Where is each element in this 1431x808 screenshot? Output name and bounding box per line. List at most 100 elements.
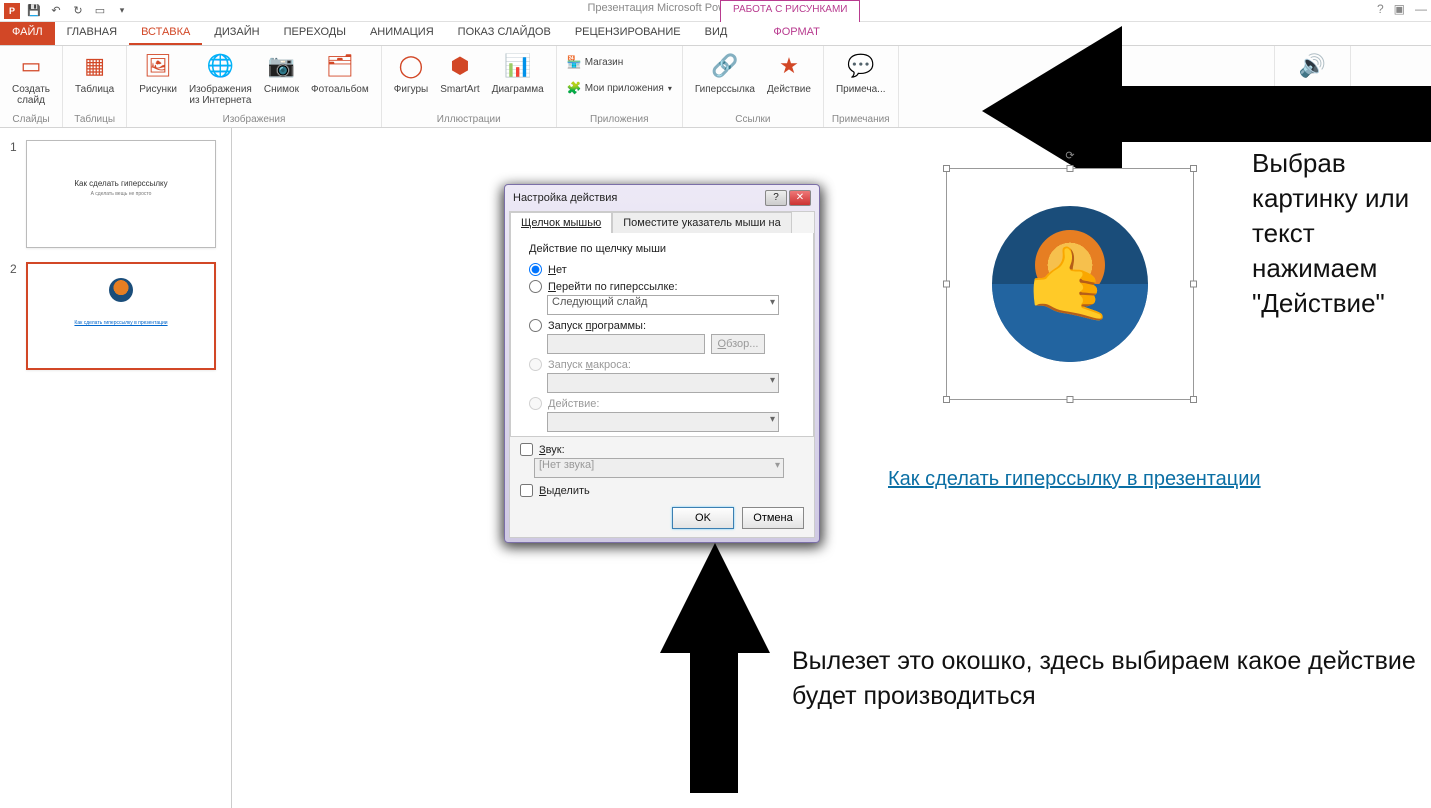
- program-path-input[interactable]: [547, 334, 705, 354]
- photo-album-button[interactable]: 🗂Фотоальбом: [305, 48, 375, 97]
- radio-run-program-label[interactable]: Запуск программы:: [548, 320, 646, 332]
- logo-image: 🤙: [992, 206, 1148, 362]
- dialog-tab-click[interactable]: Щелчок мышью: [510, 212, 612, 233]
- slide-thumbnail-1[interactable]: Как сделать гиперссылку А сделать вещь н…: [26, 140, 216, 248]
- action-settings-dialog: Настройка действия ? ✕ Щелчок мышью Поме…: [504, 184, 820, 543]
- my-apps-button[interactable]: 🧩Мои приложения▾: [563, 80, 676, 96]
- tab-review[interactable]: РЕЦЕНЗИРОВАНИЕ: [563, 22, 693, 45]
- checkbox-highlight[interactable]: [520, 484, 533, 497]
- group-slides: ▭Создать слайд Слайды: [0, 46, 63, 127]
- browse-button[interactable]: Обзор...: [711, 334, 765, 354]
- checkbox-highlight-label[interactable]: Выделить: [539, 485, 590, 497]
- radio-hyperlink-label[interactable]: Перейти по гиперссылке:: [548, 281, 678, 293]
- group-images: 🖼Рисунки 🌐Изображения из Интернета 📷Сним…: [127, 46, 382, 127]
- annotation-text-2: Вылезет это окошко, здесь выбираем какое…: [792, 644, 1431, 714]
- start-slideshow-icon[interactable]: ▭: [92, 3, 108, 19]
- tab-transitions[interactable]: ПЕРЕХОДЫ: [272, 22, 358, 45]
- macro-combo: [547, 373, 779, 393]
- thumb-number: 1: [10, 140, 20, 248]
- online-pictures-icon: 🌐: [204, 50, 236, 82]
- title-bar: P 💾 ↶ ↻ ▭ ▾ Презентация Microsoft PowerP…: [0, 0, 1431, 22]
- radio-none-label[interactable]: Нет: [548, 264, 567, 276]
- table-button[interactable]: ▦Таблица: [69, 48, 120, 97]
- selected-picture[interactable]: 🤙: [946, 168, 1194, 400]
- shaka-hand-icon: 🤙: [1025, 242, 1115, 327]
- ok-button[interactable]: OK: [672, 507, 734, 529]
- quick-access-toolbar: P 💾 ↶ ↻ ▭ ▾: [0, 3, 130, 19]
- sound-combo: [Нет звука]: [534, 458, 784, 478]
- comment-button[interactable]: 💬Примеча...: [830, 48, 892, 97]
- action-combo: [547, 412, 779, 432]
- pictures-icon: 🖼: [142, 50, 174, 82]
- radio-hyperlink[interactable]: [529, 280, 542, 293]
- radio-none[interactable]: [529, 263, 542, 276]
- radio-action: [529, 397, 542, 410]
- dialog-group-label: Действие по щелчку мыши: [529, 243, 795, 255]
- ribbon-options-icon[interactable]: ▣: [1394, 2, 1405, 16]
- new-slide-button[interactable]: ▭Создать слайд: [6, 48, 56, 108]
- tab-file[interactable]: ФАЙЛ: [0, 22, 55, 45]
- dialog-title-text: Настройка действия: [513, 192, 617, 204]
- radio-run-macro-label: Запуск макроса:: [548, 359, 631, 371]
- store-icon: 🏪: [567, 55, 581, 69]
- screenshot-icon: 📷: [265, 50, 297, 82]
- new-slide-icon: ▭: [15, 50, 47, 82]
- tab-format[interactable]: ФОРМАТ: [761, 22, 832, 45]
- tab-home[interactable]: ГЛАВНАЯ: [55, 22, 129, 45]
- screenshot-button[interactable]: 📷Снимок: [258, 48, 305, 97]
- photo-album-icon: 🗂: [324, 50, 356, 82]
- pictures-button[interactable]: 🖼Рисунки: [133, 48, 183, 97]
- checkbox-sound-label[interactable]: Звук:: [539, 444, 565, 456]
- save-icon[interactable]: 💾: [26, 3, 42, 19]
- comment-icon: 💬: [845, 50, 877, 82]
- thumb-number: 2: [10, 262, 20, 370]
- radio-run-program[interactable]: [529, 319, 542, 332]
- slide-canvas[interactable]: 🤙 Как сделать гиперссылку в презентации …: [232, 128, 1431, 808]
- dialog-titlebar[interactable]: Настройка действия ? ✕: [505, 185, 819, 211]
- store-button[interactable]: 🏪Магазин: [563, 54, 676, 70]
- dialog-help-button[interactable]: ?: [765, 190, 787, 206]
- annotation-text-1: Выбрав картинку или текст нажимаем "Дейс…: [1252, 146, 1431, 321]
- help-icon[interactable]: ?: [1377, 2, 1384, 16]
- radio-action-label: Действие:: [548, 398, 599, 410]
- group-illustrations: ◯Фигуры ⬢SmartArt 📊Диаграмма Иллюстрации: [382, 46, 557, 127]
- contextual-tab-label: РАБОТА С РИСУНКАМИ: [720, 0, 860, 22]
- powerpoint-icon[interactable]: P: [4, 3, 20, 19]
- window-controls: ? ▣ —: [1377, 2, 1427, 16]
- undo-icon[interactable]: ↶: [48, 3, 64, 19]
- group-comments: 💬Примеча... Примечания: [824, 46, 899, 127]
- my-apps-icon: 🧩: [567, 81, 581, 95]
- tab-slideshow[interactable]: ПОКАЗ СЛАЙДОВ: [446, 22, 563, 45]
- action-button[interactable]: ★Действие: [761, 48, 817, 97]
- tab-animations[interactable]: АНИМАЦИЯ: [358, 22, 446, 45]
- slide-thumbnails-panel: 1 Как сделать гиперссылку А сделать вещь…: [0, 128, 232, 808]
- tab-design[interactable]: ДИЗАЙН: [202, 22, 271, 45]
- smartart-icon: ⬢: [444, 50, 476, 82]
- chart-icon: 📊: [502, 50, 534, 82]
- tab-view[interactable]: ВИД: [693, 22, 740, 45]
- slide-thumbnail-2[interactable]: Как сделать гиперссылку в презентации: [26, 262, 216, 370]
- action-icon: ★: [773, 50, 805, 82]
- group-tables: ▦Таблица Таблицы: [63, 46, 127, 127]
- group-links: 🔗Гиперссылка ★Действие Ссылки: [683, 46, 824, 127]
- hyperlink-combo[interactable]: Следующий слайд: [547, 295, 779, 315]
- minimize-icon[interactable]: —: [1415, 2, 1427, 16]
- dialog-tab-hover[interactable]: Поместите указатель мыши на: [612, 212, 792, 233]
- qat-more-icon[interactable]: ▾: [114, 3, 130, 19]
- radio-run-macro: [529, 358, 542, 371]
- shapes-icon: ◯: [395, 50, 427, 82]
- smartart-button[interactable]: ⬢SmartArt: [434, 48, 485, 97]
- group-apps: 🏪Магазин 🧩Мои приложения▾ Приложения: [557, 46, 683, 127]
- cancel-button[interactable]: Отмена: [742, 507, 804, 529]
- table-icon: ▦: [79, 50, 111, 82]
- redo-icon[interactable]: ↻: [70, 3, 86, 19]
- online-pictures-button[interactable]: 🌐Изображения из Интернета: [183, 48, 258, 108]
- shapes-button[interactable]: ◯Фигуры: [388, 48, 434, 97]
- hyperlink-button[interactable]: 🔗Гиперссылка: [689, 48, 761, 97]
- dialog-close-button[interactable]: ✕: [789, 190, 811, 206]
- tab-insert[interactable]: ВСТАВКА: [129, 22, 202, 45]
- slide-hyperlink-text[interactable]: Как сделать гиперссылку в презентации: [888, 468, 1261, 491]
- chart-button[interactable]: 📊Диаграмма: [486, 48, 550, 97]
- checkbox-sound[interactable]: [520, 443, 533, 456]
- hyperlink-icon: 🔗: [709, 50, 741, 82]
